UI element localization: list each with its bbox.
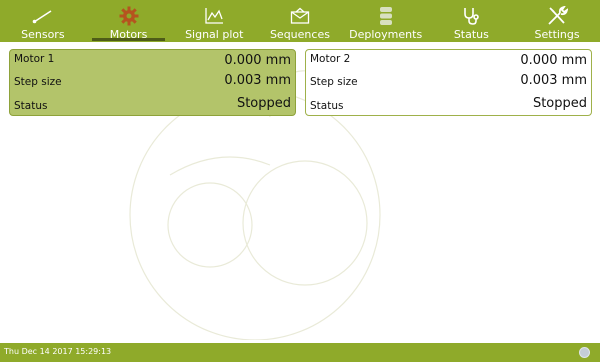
motor-2-panel[interactable]: Motor 2 0.000 mm Step size 0.003 mm Stat… [305,49,592,116]
motor-title: Motor 1 [14,53,55,65]
tab-deployments[interactable]: Deployments [343,0,429,42]
tab-label: Signal plot [185,28,244,41]
tab-label: Deployments [349,28,423,41]
top-nav: Sensors Motors Signal plot Sequences Dep… [0,0,600,42]
tab-status[interactable]: Status [429,0,515,42]
step-size-value: 0.003 mm [224,73,291,88]
wand-icon [28,5,58,27]
envelope-icon [285,5,315,27]
database-icon [371,5,401,27]
step-size-value: 0.003 mm [520,73,587,88]
datetime-label: Thu Dec 14 2017 15:29:13 [4,347,112,356]
motor-1-panel[interactable]: Motor 1 0.000 mm Step size 0.003 mm Stat… [9,49,296,116]
step-size-row: Step size 0.003 mm [10,71,295,93]
tab-motors[interactable]: Motors [86,0,172,42]
motor-title-row: Motor 2 0.000 mm [306,50,591,72]
motor-title-row: Motor 1 0.000 mm [10,50,295,72]
step-size-row: Step size 0.003 mm [306,71,591,93]
stethoscope-icon [456,5,486,27]
status-value: Stopped [236,96,291,111]
motor-position: 0.000 mm [224,53,291,68]
status-bar: Thu Dec 14 2017 15:29:13 [0,343,600,362]
chart-icon [199,5,229,27]
tab-signal-plot[interactable]: Signal plot [171,0,257,42]
tools-icon [542,5,572,27]
status-label: Status [310,100,344,112]
tab-sequences[interactable]: Sequences [257,0,343,42]
status-row: Status Stopped [306,93,591,115]
connection-indicator[interactable] [579,347,590,358]
tab-label: Sensors [21,28,65,41]
step-size-label: Step size [14,76,62,88]
status-label: Status [14,100,48,112]
status-value: Stopped [532,96,587,111]
tab-label: Settings [534,28,580,41]
motor-title: Motor 2 [310,53,351,65]
tab-settings[interactable]: Settings [514,0,600,42]
tab-label: Sequences [269,28,330,41]
motor-position: 0.000 mm [520,53,587,68]
gear-icon [114,5,144,27]
tab-label: Motors [109,28,148,41]
status-row: Status Stopped [10,93,295,115]
tab-label: Status [453,28,489,41]
step-size-label: Step size [310,76,358,88]
tab-sensors[interactable]: Sensors [0,0,86,42]
